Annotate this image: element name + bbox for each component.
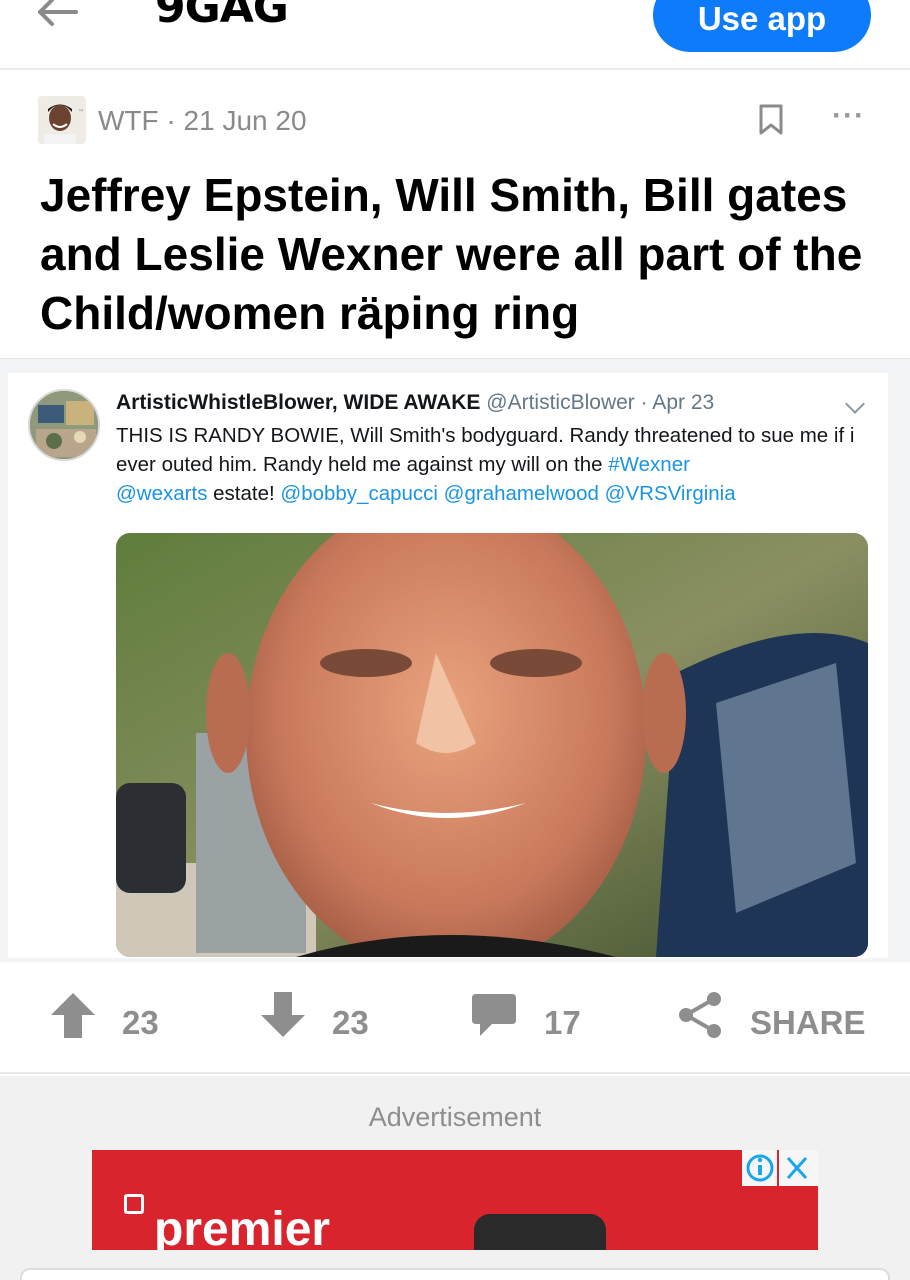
- comment-count: 17: [544, 1004, 581, 1041]
- ad-brand-name: premier: [154, 1203, 331, 1250]
- post-title: Jeffrey Epstein, Will Smith, Bill gates …: [40, 169, 863, 339]
- tweet-handle: @ArtisticBlower: [486, 391, 635, 414]
- logo[interactable]: 9GAG: [155, 0, 289, 30]
- bookmark-icon[interactable]: [758, 104, 784, 141]
- section-avatar[interactable]: ™: [38, 96, 86, 144]
- tweet-text: THIS IS RANDY BOWIE, Will Smith's bodygu…: [116, 421, 876, 508]
- upvote-arrow-icon: [51, 993, 95, 1038]
- downvote-arrow-icon: [261, 992, 305, 1037]
- post-actions: 23 23 17 SHARE: [0, 962, 910, 1074]
- tweet-mention: @bobby_capucci: [280, 482, 438, 505]
- more-options-icon[interactable]: ···: [832, 101, 865, 131]
- share-button[interactable]: SHARE: [676, 990, 876, 1046]
- upvote-count: 23: [122, 1004, 159, 1041]
- back-arrow-icon[interactable]: [36, 0, 80, 30]
- downvote-count: 23: [332, 1004, 369, 1041]
- section-name[interactable]: WTF: [98, 105, 159, 136]
- tweet-header: ArtisticWhistleBlower, WIDE AWAKE @Artis…: [116, 391, 876, 415]
- ad-banner[interactable]: premier: [92, 1150, 818, 1250]
- tweet-text-part: THIS IS RANDY BOWIE, Will Smith's bodygu…: [116, 424, 855, 476]
- use-app-button[interactable]: Use app: [653, 0, 871, 52]
- post-meta: ™ WTF · 21 Jun 20 ···: [38, 96, 878, 146]
- tweet-hashtag: #Wexner: [608, 453, 690, 476]
- tweet-date: · Apr 23: [640, 391, 715, 414]
- share-label: SHARE: [750, 1004, 866, 1041]
- tweet-text-part: estate!: [207, 482, 281, 505]
- top-bar: 9GAG Use app: [0, 0, 910, 70]
- tweet-photo: [116, 533, 868, 957]
- advertisement-label: Advertisement: [368, 1102, 542, 1132]
- ad-choices[interactable]: [742, 1150, 818, 1186]
- upvote-button[interactable]: 23: [48, 990, 188, 1046]
- tweet-mention: @VRSVirginia: [604, 482, 736, 505]
- tweet-mention: @wexarts: [116, 482, 208, 505]
- advertisement-section: Advertisement premier: [0, 1076, 910, 1280]
- meta-separator: ·: [166, 105, 176, 136]
- post-meta-text: WTF · 21 Jun 20: [98, 105, 307, 137]
- tweet-card: ArtisticWhistleBlower, WIDE AWAKE @Artis…: [8, 373, 888, 958]
- tweet-author-avatar: [28, 389, 100, 461]
- downvote-button[interactable]: 23: [258, 990, 398, 1046]
- ad-brand-mark-icon: [124, 1194, 144, 1214]
- share-icon: [679, 992, 721, 1038]
- tweet-mention: @grahamelwood: [443, 482, 599, 505]
- comment-icon: [472, 994, 516, 1036]
- post-media[interactable]: ArtisticWhistleBlower, WIDE AWAKE @Artis…: [0, 358, 910, 962]
- bottom-bar: [20, 1268, 890, 1280]
- tweet-display-name: ArtisticWhistleBlower, WIDE AWAKE: [116, 391, 481, 414]
- svg-text:™: ™: [78, 109, 84, 116]
- ad-product-image: [474, 1214, 606, 1250]
- post-date: 21 Jun 20: [183, 105, 307, 136]
- comments-button[interactable]: 17: [470, 990, 610, 1046]
